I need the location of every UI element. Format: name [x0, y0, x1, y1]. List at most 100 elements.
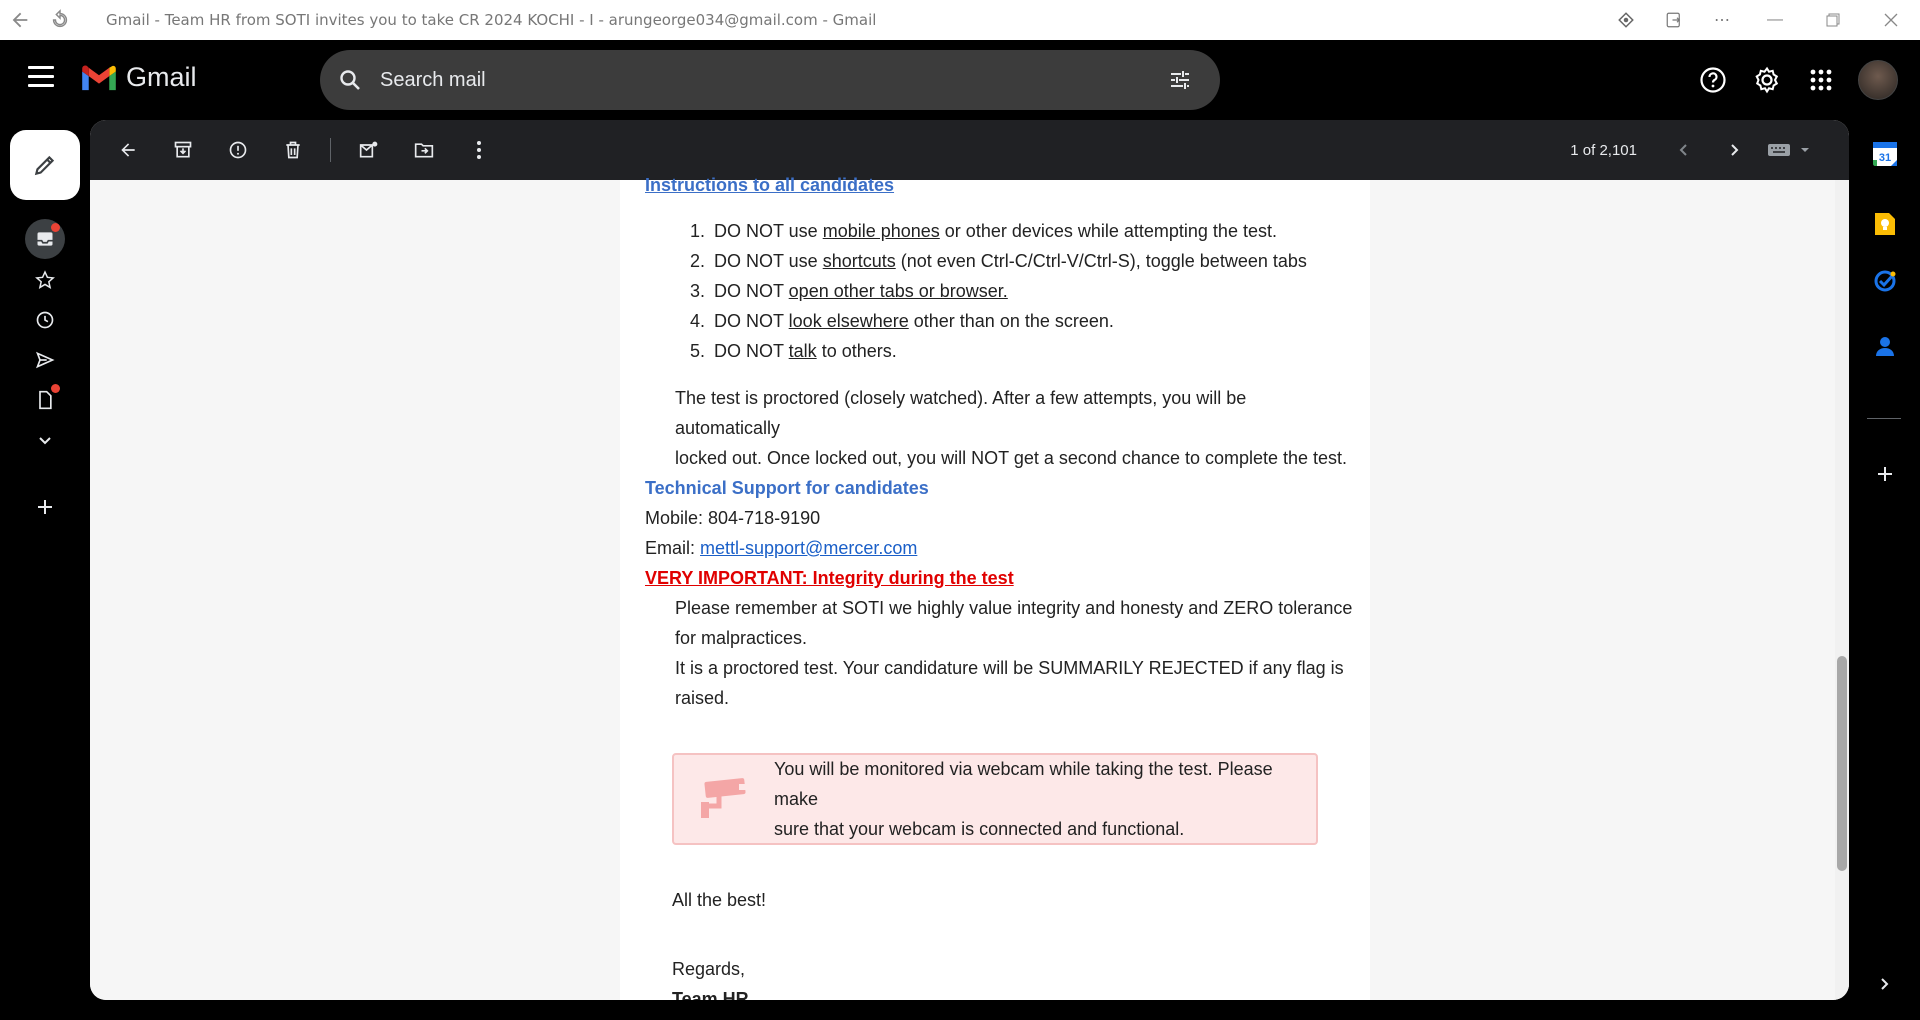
search-options-icon[interactable] — [1150, 68, 1210, 92]
google-tasks-icon[interactable] — [1867, 263, 1903, 299]
sent-icon[interactable] — [25, 340, 65, 380]
get-addons-plus-icon[interactable] — [1867, 456, 1903, 492]
rules-list: DO NOT use mobile phones or other device… — [710, 216, 1355, 366]
window-title: Gmail - Team HR from SOTI invites you to… — [106, 11, 877, 29]
instructions-heading: Instructions to all candidates — [645, 175, 895, 195]
list-item: DO NOT open other tabs or browser. — [710, 276, 1355, 306]
side-panel: 31 — [1849, 120, 1920, 1020]
security-camera-icon — [674, 776, 774, 822]
minimize-icon[interactable]: — — [1746, 0, 1804, 40]
gmail-logo[interactable]: Gmail — [80, 62, 197, 93]
apps-grid-icon[interactable] — [1794, 53, 1848, 107]
compose-button[interactable] — [10, 130, 80, 200]
support-email-label: Email: — [645, 538, 701, 558]
starred-icon[interactable] — [25, 260, 65, 300]
closing-text: All the best! — [672, 890, 767, 910]
support-email-link[interactable]: mettl-support@mercer.com — [700, 538, 917, 558]
support-heading: Technical Support for candidates — [645, 478, 929, 498]
list-item: DO NOT use shortcuts (not even Ctrl-C/Ct… — [710, 246, 1355, 276]
mark-unread-icon[interactable] — [341, 120, 396, 180]
rule-text: (not even Ctrl-C/Ctrl-V/Ctrl-S), toggle … — [895, 251, 1307, 271]
pencil-icon — [34, 155, 55, 176]
drafts-dot — [51, 384, 60, 393]
proctor-line: The test is proctored (closely watched).… — [675, 388, 1247, 438]
help-icon[interactable] — [1686, 53, 1740, 107]
rule-emphasis: shortcuts — [822, 251, 896, 271]
search-bar[interactable]: Search mail — [320, 50, 1220, 110]
webcam-notice: You will be monitored via webcam while t… — [672, 753, 1318, 845]
gmail-m-icon — [82, 65, 116, 90]
rule-text: DO NOT — [714, 281, 789, 301]
scrollbar-thumb[interactable] — [1837, 656, 1847, 871]
rule-emphasis: mobile phones — [822, 221, 940, 241]
rule-emphasis: open other tabs or browser. — [788, 281, 1008, 301]
rule-text: other than on the screen. — [908, 311, 1114, 331]
webcam-line: You will be monitored via webcam while t… — [774, 759, 1273, 809]
proctor-paragraph: The test is proctored (closely watched).… — [675, 383, 1355, 473]
create-label-plus-icon[interactable] — [25, 487, 65, 527]
app-install-icon[interactable] — [1650, 0, 1698, 40]
email-body: Instructions to all candidates DO NOT us… — [620, 175, 1370, 1000]
scrollbar[interactable] — [1835, 180, 1849, 1000]
newer-chevron-left-icon[interactable] — [1659, 120, 1709, 180]
calendar-day: 31 — [1879, 152, 1891, 164]
settings-gear-icon[interactable] — [1740, 53, 1794, 107]
window-titlebar: Gmail - Team HR from SOTI invites you to… — [0, 0, 1920, 40]
proctor-line: locked out. Once locked out, you will NO… — [675, 448, 1348, 468]
integrity-heading: VERY IMPORTANT: Integrity during the tes… — [645, 568, 1014, 588]
email-content: Instructions to all candidates DO NOT us… — [645, 170, 1355, 1000]
app-name: Gmail — [126, 62, 197, 92]
search-input[interactable]: Search mail — [380, 69, 1150, 92]
show-side-panel-chevron-icon[interactable] — [1867, 966, 1903, 1002]
delete-trash-icon[interactable] — [265, 120, 320, 180]
archive-icon[interactable] — [155, 120, 210, 180]
toolbar-divider — [330, 138, 331, 162]
report-spam-icon[interactable] — [210, 120, 265, 180]
rule-emphasis: talk — [788, 341, 817, 361]
message-view: 1 of 2,101 Instructions to all candidate… — [90, 120, 1849, 1000]
support-email: Email: mettl-support@mercer.com — [645, 533, 1355, 563]
rule-text: DO NOT — [714, 341, 789, 361]
support-mobile: Mobile: 804-718-9190 — [645, 508, 821, 528]
pagination-count: 1 of 2,101 — [1570, 141, 1637, 159]
list-item: DO NOT use mobile phones or other device… — [710, 216, 1355, 246]
rule-text: or other devices while attempting the te… — [939, 221, 1277, 241]
drafts-icon[interactable] — [25, 380, 65, 420]
input-tools-keyboard-icon[interactable] — [1759, 120, 1819, 180]
more-options-icon[interactable]: ⋯ — [1698, 0, 1746, 40]
move-to-folder-icon[interactable] — [396, 120, 451, 180]
integrity-line: Please remember at SOTI we highly value … — [675, 598, 1353, 618]
back-to-inbox-icon[interactable] — [100, 120, 155, 180]
snoozed-clock-icon[interactable] — [25, 300, 65, 340]
refresh-icon[interactable] — [40, 0, 80, 40]
google-calendar-icon[interactable]: 31 — [1867, 136, 1903, 172]
rule-text: to others. — [816, 341, 897, 361]
integrity-line: for malpractices. — [675, 628, 808, 648]
inbox-icon[interactable] — [25, 219, 65, 259]
rule-emphasis: look elsewhere — [788, 311, 909, 331]
reading-pane: Instructions to all candidates DO NOT us… — [90, 175, 1849, 1000]
side-divider — [1867, 418, 1901, 419]
integrity-line: It is a proctored test. Your candidature… — [675, 658, 1344, 678]
regards-text: Regards, — [672, 959, 746, 979]
older-chevron-right-icon[interactable] — [1709, 120, 1759, 180]
left-navigation-rail — [0, 120, 90, 1020]
account-avatar[interactable] — [1858, 60, 1898, 100]
extension-icon[interactable] — [1602, 0, 1650, 40]
restore-icon[interactable] — [1804, 0, 1862, 40]
unread-dot — [51, 223, 60, 232]
signature-text: Team HR — [672, 989, 749, 1000]
back-arrow-icon[interactable] — [0, 0, 40, 40]
google-contacts-icon[interactable] — [1867, 328, 1903, 364]
more-actions-icon[interactable] — [451, 120, 506, 180]
more-chevron-down-icon[interactable] — [25, 420, 65, 460]
close-icon[interactable] — [1862, 0, 1920, 40]
search-icon[interactable] — [320, 68, 380, 92]
webcam-line: sure that your webcam is connected and f… — [774, 819, 1185, 839]
integrity-line: raised. — [675, 688, 730, 708]
list-item: DO NOT look elsewhere other than on the … — [710, 306, 1355, 336]
integrity-paragraph: Please remember at SOTI we highly value … — [675, 593, 1355, 713]
google-keep-icon[interactable] — [1867, 206, 1903, 242]
rule-text: DO NOT use — [714, 221, 823, 241]
main-menu-icon[interactable] — [28, 66, 54, 87]
